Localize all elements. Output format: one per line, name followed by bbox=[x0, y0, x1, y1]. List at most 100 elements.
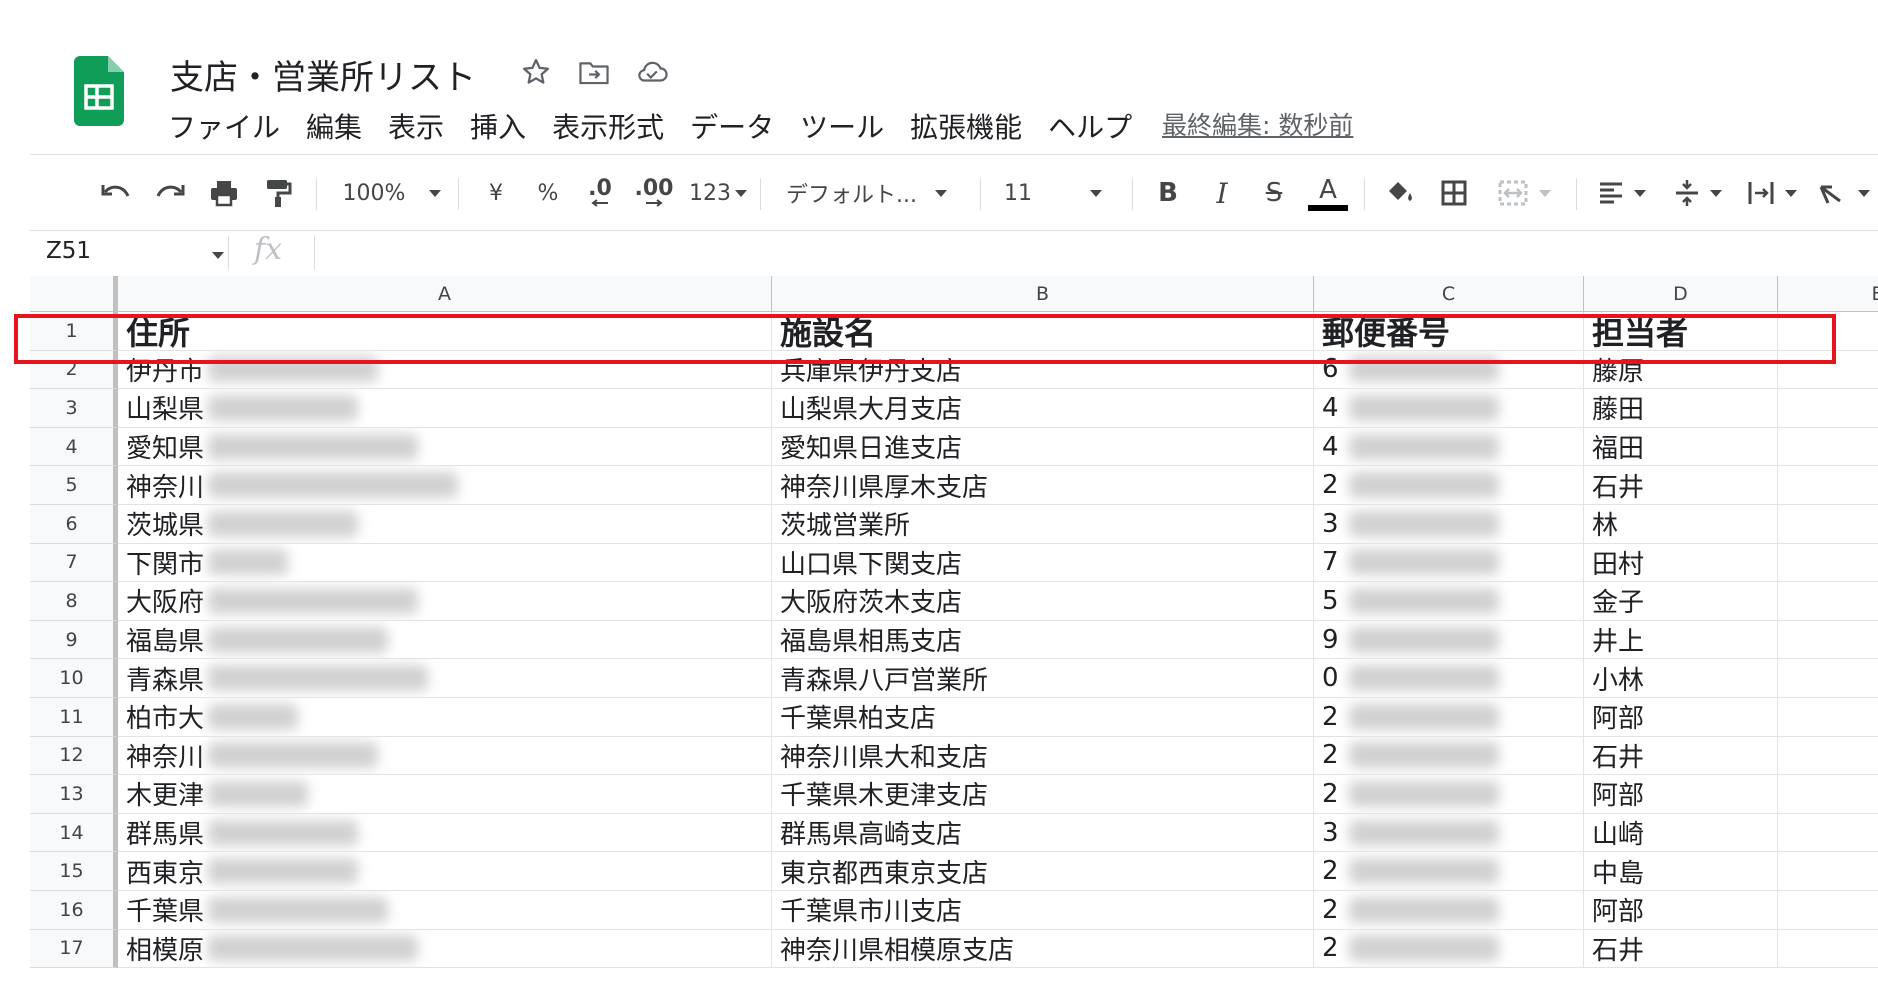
borders-icon[interactable] bbox=[1432, 168, 1476, 218]
increase-decimal-button[interactable]: .00 bbox=[630, 168, 678, 218]
print-icon[interactable] bbox=[204, 168, 244, 218]
cell-e[interactable] bbox=[1778, 891, 1878, 930]
font-family-select[interactable]: デフォルト... bbox=[786, 168, 966, 218]
percent-format-button[interactable]: % bbox=[528, 168, 568, 218]
paint-format-icon[interactable] bbox=[258, 168, 298, 218]
cell-a[interactable]: 山梨県 bbox=[118, 389, 772, 428]
cell-e[interactable] bbox=[1778, 505, 1878, 544]
cell-a[interactable]: 神奈川 bbox=[118, 466, 772, 505]
text-rotation-icon[interactable] bbox=[1816, 168, 1872, 218]
cell-a[interactable]: 下関市 bbox=[118, 543, 772, 583]
cell-b[interactable]: 山口県下関支店 bbox=[772, 543, 1314, 583]
cell-e[interactable] bbox=[1778, 466, 1878, 505]
cell-d[interactable]: 阿部 bbox=[1584, 698, 1778, 737]
cell-e[interactable] bbox=[1778, 775, 1878, 814]
cell-a[interactable]: 福島県 bbox=[118, 620, 772, 660]
menu-format[interactable]: 表示形式 bbox=[552, 106, 664, 146]
cell-b[interactable]: 神奈川県相模原支店 bbox=[772, 929, 1314, 968]
menu-help[interactable]: ヘルプ bbox=[1048, 106, 1132, 146]
cell-b[interactable]: 群馬県高崎支店 bbox=[772, 813, 1314, 853]
cell-a[interactable]: 西東京 bbox=[118, 852, 772, 891]
row-number[interactable]: 15 bbox=[30, 852, 118, 891]
cell-a[interactable]: 大阪府 bbox=[118, 582, 772, 621]
cell-a[interactable]: 相模原 bbox=[118, 929, 772, 968]
cell-d[interactable]: 石井 bbox=[1584, 736, 1778, 776]
cell-c[interactable]: 5 bbox=[1314, 582, 1584, 621]
row-number[interactable]: 6 bbox=[30, 505, 118, 544]
move-folder-icon[interactable] bbox=[576, 54, 612, 90]
row-number[interactable]: 12 bbox=[30, 736, 118, 776]
text-wrapping-icon[interactable] bbox=[1742, 168, 1802, 218]
cell-e[interactable] bbox=[1778, 582, 1878, 621]
cell-b[interactable]: 大阪府茨木支店 bbox=[772, 582, 1314, 621]
cell-b[interactable]: 千葉県木更津支店 bbox=[772, 775, 1314, 814]
select-all-corner[interactable] bbox=[30, 276, 118, 312]
cell-b[interactable]: 愛知県日進支店 bbox=[772, 427, 1314, 467]
cell-c[interactable]: 3 bbox=[1314, 505, 1584, 544]
fill-color-icon[interactable] bbox=[1378, 168, 1422, 218]
name-box[interactable]: Z51 bbox=[46, 238, 91, 264]
cell-b[interactable]: 兵庫県伊丹支店 bbox=[772, 350, 1314, 390]
menu-data[interactable]: データ bbox=[690, 106, 774, 146]
decrease-decimal-button[interactable]: .0 bbox=[580, 168, 620, 218]
cell-e[interactable] bbox=[1778, 389, 1878, 428]
column-header-e[interactable]: E bbox=[1778, 276, 1878, 312]
text-color-button[interactable]: A bbox=[1304, 168, 1352, 218]
menu-edit[interactable]: 編集 bbox=[306, 106, 362, 146]
row-number[interactable]: 14 bbox=[30, 813, 118, 853]
cell-c[interactable]: 2 bbox=[1314, 891, 1584, 930]
font-size-select[interactable]: 11 bbox=[1004, 168, 1124, 218]
cell-c[interactable]: 4 bbox=[1314, 389, 1584, 428]
italic-button[interactable]: I bbox=[1202, 168, 1242, 218]
row-number[interactable]: 4 bbox=[30, 427, 118, 467]
cell-c[interactable]: 2 bbox=[1314, 929, 1584, 968]
cell-c[interactable]: 6 bbox=[1314, 350, 1584, 390]
cell-c[interactable]: 2 bbox=[1314, 698, 1584, 737]
cell-d[interactable]: 阿部 bbox=[1584, 775, 1778, 814]
sheets-logo-icon[interactable] bbox=[74, 56, 124, 126]
cell-e[interactable] bbox=[1778, 814, 1878, 853]
cell-b[interactable]: 福島県相馬支店 bbox=[772, 620, 1314, 660]
cell-c[interactable]: 2 bbox=[1314, 736, 1584, 776]
cell-d[interactable]: 石井 bbox=[1584, 929, 1778, 968]
cell-b[interactable]: 山梨県大月支店 bbox=[772, 389, 1314, 428]
cell-c[interactable]: 9 bbox=[1314, 620, 1584, 660]
cell-d[interactable]: 田村 bbox=[1584, 543, 1778, 583]
row-number[interactable]: 11 bbox=[30, 698, 118, 737]
star-icon[interactable] bbox=[518, 54, 554, 90]
horizontal-align-icon[interactable] bbox=[1592, 168, 1652, 218]
undo-icon[interactable] bbox=[96, 168, 136, 218]
cell-d[interactable]: 小林 bbox=[1584, 659, 1778, 698]
cell-e[interactable] bbox=[1778, 428, 1878, 467]
header-cell-c[interactable]: 郵便番号 bbox=[1314, 312, 1584, 351]
cell-d[interactable]: 藤田 bbox=[1584, 389, 1778, 428]
menu-insert[interactable]: 挿入 bbox=[470, 106, 526, 146]
column-header-d[interactable]: D bbox=[1584, 276, 1778, 312]
cell-b[interactable]: 茨城営業所 bbox=[772, 505, 1314, 544]
row-number[interactable]: 1 bbox=[30, 312, 118, 351]
cell-a[interactable]: 青森県 bbox=[118, 659, 772, 698]
column-header-b[interactable]: B bbox=[772, 276, 1314, 312]
cell-c[interactable]: 3 bbox=[1314, 813, 1584, 853]
column-header-a[interactable]: A bbox=[118, 276, 772, 312]
cell-d[interactable]: 井上 bbox=[1584, 620, 1778, 660]
cell-a[interactable]: 伊丹市 bbox=[118, 350, 772, 390]
cell-b[interactable]: 青森県八戸営業所 bbox=[772, 659, 1314, 698]
cell-d[interactable]: 福田 bbox=[1584, 427, 1778, 467]
cell-e[interactable] bbox=[1778, 737, 1878, 776]
row-number[interactable]: 8 bbox=[30, 582, 118, 621]
cell-b[interactable]: 千葉県柏支店 bbox=[772, 698, 1314, 737]
cell-d[interactable]: 山崎 bbox=[1584, 813, 1778, 853]
header-cell-d[interactable]: 担当者 bbox=[1584, 312, 1778, 351]
row-number[interactable]: 5 bbox=[30, 466, 118, 505]
cloud-saved-icon[interactable] bbox=[634, 54, 670, 90]
bold-button[interactable]: B bbox=[1148, 168, 1188, 218]
row-number[interactable]: 3 bbox=[30, 389, 118, 428]
cell-c[interactable]: 2 bbox=[1314, 466, 1584, 505]
cell-a[interactable]: 茨城県 bbox=[118, 505, 772, 544]
cell-b[interactable]: 神奈川県大和支店 bbox=[772, 736, 1314, 776]
cell-e[interactable] bbox=[1778, 659, 1878, 698]
cell-e[interactable] bbox=[1778, 621, 1878, 660]
cell-b[interactable]: 東京都西東京支店 bbox=[772, 852, 1314, 891]
row-number[interactable]: 16 bbox=[30, 891, 118, 930]
